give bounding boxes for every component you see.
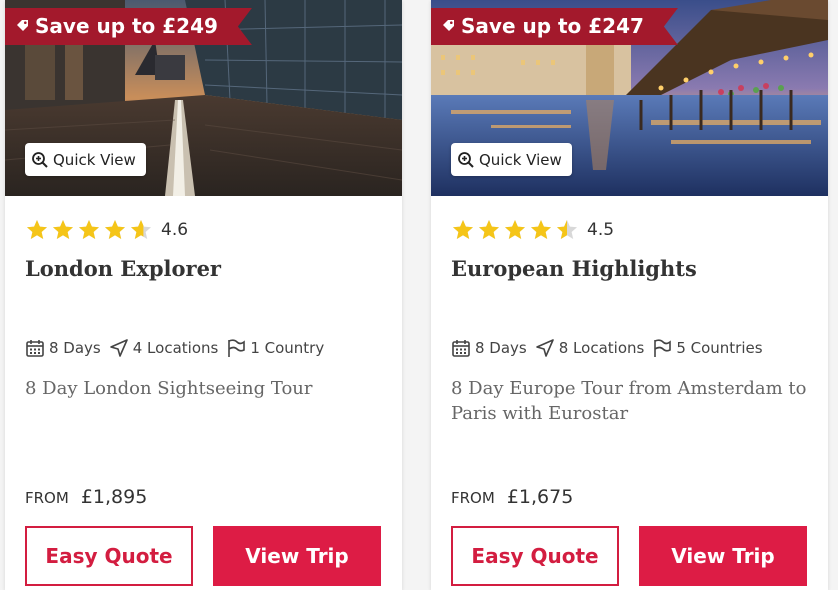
navigation-arrow-icon: [109, 339, 128, 357]
zoom-in-icon: [32, 151, 48, 168]
savings-badge-text: Save up to £247: [461, 14, 644, 38]
savings-badge-text: Save up to £249: [35, 14, 218, 38]
countries-text: 1 Country: [250, 339, 325, 357]
easy-quote-button[interactable]: Easy Quote: [25, 526, 193, 586]
navigation-arrow-icon: [535, 339, 554, 357]
calendar-icon: [452, 340, 470, 357]
quick-view-label: Quick View: [53, 150, 136, 169]
savings-badge: Save up to £249: [5, 8, 252, 45]
quick-view-label: Quick View: [479, 150, 562, 169]
zoom-in-icon: [458, 151, 474, 168]
countries-text: 5 Countries: [676, 339, 763, 357]
trip-countries: 1 Country: [226, 338, 324, 358]
trip-countries: 5 Countries: [652, 338, 763, 358]
star-full-icon: [479, 220, 499, 239]
tag-icon: [443, 20, 454, 31]
price-amount: £1,895: [80, 486, 148, 508]
trip-duration: 8 Days: [451, 338, 527, 358]
star-full-icon: [453, 220, 473, 239]
tag-icon: [17, 20, 28, 31]
star-full-icon: [505, 220, 525, 239]
locations-text: 8 Locations: [558, 339, 645, 357]
tour-image[interactable]: Save up to £247 Quick View: [431, 0, 828, 196]
trip-title[interactable]: London Explorer: [25, 256, 221, 281]
quick-view-button[interactable]: Quick View: [451, 143, 572, 176]
star-half-icon: [131, 220, 151, 239]
star-full-icon: [531, 220, 551, 239]
days-text: 8 Days: [49, 339, 101, 357]
trip-description: 8 Day Europe Tour from Amsterdam to Pari…: [451, 378, 807, 424]
price: FROM £1,675: [451, 486, 573, 508]
easy-quote-button[interactable]: Easy Quote: [451, 526, 619, 586]
from-label: FROM: [451, 489, 495, 507]
trip-description: 8 Day London Sightseeing Tour: [25, 378, 313, 399]
locations-text: 4 Locations: [132, 339, 219, 357]
rating: 4.5: [451, 218, 614, 242]
flag-icon: [654, 339, 672, 357]
tour-card-european-highlights: Save up to £247 Quick View 4.5 European …: [431, 0, 828, 590]
tour-card-london-explorer: Save up to £249 Quick View 4.6 London Ex…: [5, 0, 402, 590]
price: FROM £1,895: [25, 486, 147, 508]
savings-badge: Save up to £247: [431, 8, 678, 45]
price-amount: £1,675: [506, 486, 574, 508]
trip-title[interactable]: European Highlights: [451, 256, 697, 281]
trip-meta: 8 Days 4 Locations 1 Country: [25, 338, 332, 358]
days-text: 8 Days: [475, 339, 527, 357]
trip-meta: 8 Days 8 Locations 5 Countries: [451, 338, 771, 358]
from-label: FROM: [25, 489, 69, 507]
flag-icon: [228, 339, 246, 357]
star-full-icon: [27, 220, 47, 239]
trip-locations: 8 Locations: [535, 338, 645, 358]
trip-locations: 4 Locations: [109, 338, 219, 358]
rating-value: 4.5: [587, 220, 615, 240]
rating: 4.6: [25, 218, 188, 242]
quick-view-button[interactable]: Quick View: [25, 143, 146, 176]
view-trip-button[interactable]: View Trip: [213, 526, 381, 586]
star-full-icon: [79, 220, 99, 239]
star-full-icon: [53, 220, 73, 239]
tour-image[interactable]: Save up to £249 Quick View: [5, 0, 402, 196]
star-full-icon: [105, 220, 125, 239]
rating-value: 4.6: [161, 220, 189, 240]
trip-duration: 8 Days: [25, 338, 101, 358]
view-trip-button[interactable]: View Trip: [639, 526, 807, 586]
star-half-icon: [557, 220, 577, 239]
calendar-icon: [26, 340, 44, 357]
